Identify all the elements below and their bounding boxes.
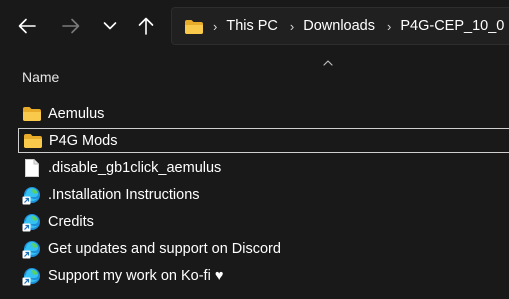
- recent-locations-button[interactable]: [95, 10, 125, 42]
- breadcrumb: › This PC › Downloads › P4G-CEP_10_0: [210, 8, 504, 44]
- list-item[interactable]: .Installation Instructions: [18, 182, 509, 207]
- arrow-up-icon: [138, 17, 154, 35]
- edge-shortcut-icon: [22, 239, 42, 259]
- file-name: Credits: [48, 213, 94, 230]
- chevron-down-icon: [103, 22, 117, 30]
- navigation-toolbar: › This PC › Downloads › P4G-CEP_10_0: [0, 0, 509, 52]
- chevron-right-icon[interactable]: ›: [213, 19, 217, 34]
- chevron-right-icon[interactable]: ›: [290, 19, 294, 34]
- list-item[interactable]: Support my work on Ko-fi ♥: [18, 263, 509, 288]
- address-bar[interactable]: › This PC › Downloads › P4G-CEP_10_0: [171, 7, 509, 45]
- edge-shortcut-icon: [22, 185, 42, 205]
- breadcrumb-downloads[interactable]: Downloads: [303, 18, 375, 34]
- file-icon: [22, 158, 42, 178]
- folder-icon: [22, 104, 42, 124]
- file-name: .Installation Instructions: [48, 186, 200, 203]
- folder-icon: [185, 20, 203, 34]
- edge-shortcut-icon: [22, 212, 42, 232]
- arrow-left-icon: [18, 18, 36, 34]
- sort-ascending-icon: [323, 60, 333, 66]
- back-button[interactable]: [12, 10, 42, 42]
- column-header: Name: [0, 56, 509, 92]
- file-name: P4G Mods: [49, 132, 118, 149]
- list-item[interactable]: P4G Mods: [18, 128, 509, 153]
- up-button[interactable]: [131, 10, 161, 42]
- forward-button[interactable]: [56, 10, 86, 42]
- file-name: Get updates and support on Discord: [48, 240, 281, 257]
- breadcrumb-this-pc[interactable]: This PC: [226, 18, 278, 34]
- list-item[interactable]: Credits: [18, 209, 509, 234]
- chevron-right-icon[interactable]: ›: [387, 19, 391, 34]
- breadcrumb-current-folder[interactable]: P4G-CEP_10_0: [400, 18, 504, 34]
- edge-shortcut-icon: [22, 266, 42, 286]
- arrow-right-icon: [62, 18, 80, 34]
- list-item[interactable]: .disable_gb1click_aemulus: [18, 155, 509, 180]
- file-name: Support my work on Ko-fi ♥: [48, 267, 224, 284]
- file-name: Aemulus: [48, 105, 105, 122]
- file-name: .disable_gb1click_aemulus: [48, 159, 222, 176]
- list-item[interactable]: Aemulus: [18, 101, 509, 126]
- folder-icon: [23, 131, 43, 151]
- list-item[interactable]: Get updates and support on Discord: [18, 236, 509, 261]
- column-name[interactable]: Name: [22, 69, 59, 85]
